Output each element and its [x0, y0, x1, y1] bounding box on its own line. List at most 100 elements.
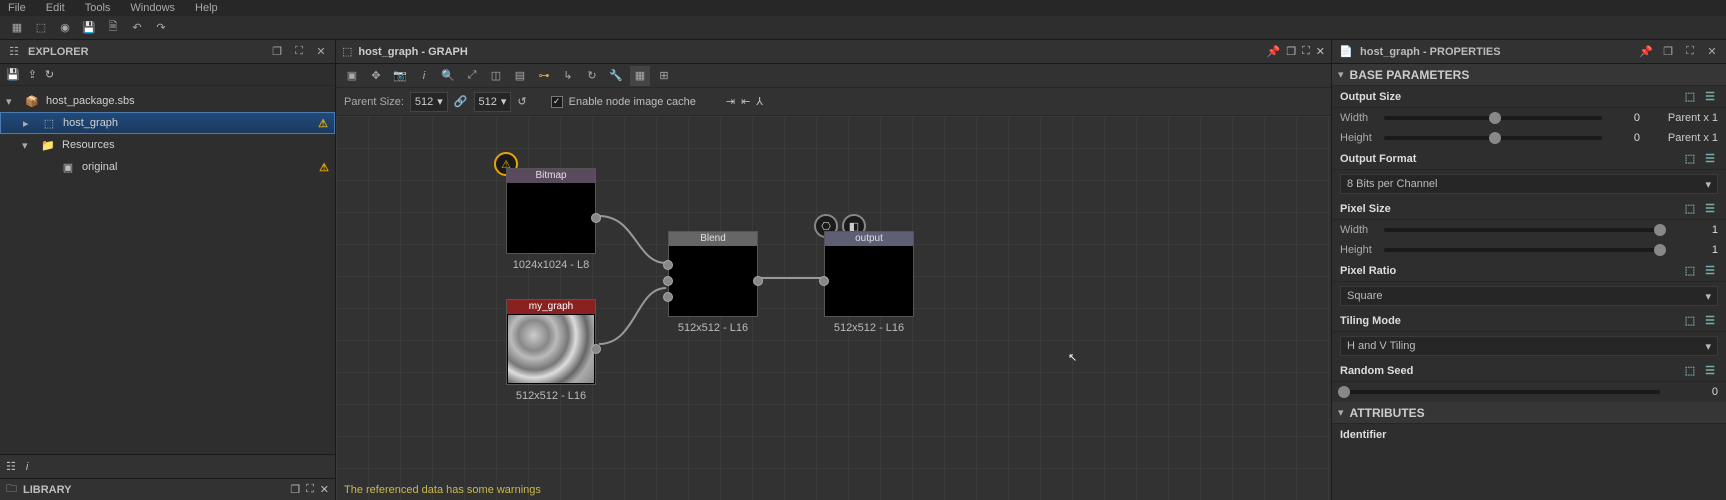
- explorer-save-icon[interactable]: 💾: [6, 68, 20, 81]
- link-size-icon[interactable]: 🔗: [454, 95, 468, 108]
- graph-close-icon[interactable]: ✕: [1316, 45, 1325, 58]
- cache-checkbox[interactable]: [551, 96, 563, 108]
- tool-globe-icon[interactable]: ◉: [56, 19, 74, 37]
- explorer-export-icon[interactable]: ⇪: [28, 68, 37, 81]
- tool-saveall-icon[interactable]: 🗎: [104, 19, 122, 37]
- gt-fit-icon[interactable]: ⤢: [462, 66, 482, 86]
- menu-tools[interactable]: Tools: [85, 2, 111, 14]
- gt-select-icon[interactable]: ▣: [342, 66, 362, 86]
- library-maximize-icon[interactable]: ⛶: [306, 483, 314, 496]
- menu-edit[interactable]: Edit: [46, 2, 65, 14]
- pixw-value[interactable]: 1: [1668, 224, 1718, 236]
- menu-icon[interactable]: ☰: [1702, 263, 1718, 279]
- node-input-port[interactable]: [663, 276, 673, 286]
- props-maximize-icon[interactable]: ⛶: [1682, 44, 1698, 60]
- node-blend[interactable]: Blend 512x512 - L16: [668, 231, 758, 317]
- parent-width-select[interactable]: 512▾: [410, 92, 448, 112]
- pixel-ratio-select[interactable]: Square ▾: [1340, 286, 1718, 306]
- width-slider[interactable]: [1384, 116, 1602, 120]
- gt-link-icon[interactable]: ⊶: [534, 66, 554, 86]
- expand-icon[interactable]: ▸: [23, 117, 35, 130]
- explorer-maximize-icon[interactable]: ⛶: [291, 44, 307, 60]
- menu-icon[interactable]: ☰: [1702, 201, 1718, 217]
- height-slider[interactable]: [1384, 136, 1602, 140]
- pixh-slider[interactable]: [1384, 248, 1660, 252]
- node-input-port[interactable]: [819, 276, 829, 286]
- library-restore-icon[interactable]: ❐: [290, 483, 300, 496]
- menu-icon[interactable]: ☰: [1702, 313, 1718, 329]
- tool-new-icon[interactable]: ▦: [8, 19, 26, 37]
- menu-icon[interactable]: ☰: [1702, 363, 1718, 379]
- width-value[interactable]: 0: [1610, 112, 1640, 124]
- output-format-select[interactable]: 8 Bits per Channel ▾: [1340, 174, 1718, 194]
- expose-icon[interactable]: ⬚: [1682, 313, 1698, 329]
- menu-icon[interactable]: ☰: [1702, 151, 1718, 167]
- seed-value[interactable]: 0: [1668, 386, 1718, 398]
- node-input-port[interactable]: [663, 260, 673, 270]
- height-mode[interactable]: Parent x 1: [1648, 132, 1718, 144]
- node-output-port[interactable]: [753, 276, 763, 286]
- reset-size-icon[interactable]: ↺: [517, 95, 526, 108]
- gt-nodes-icon[interactable]: ◫: [486, 66, 506, 86]
- node-mygraph[interactable]: my_graph 512x512 - L16: [506, 299, 596, 385]
- expand-icon[interactable]: ▾: [22, 139, 34, 152]
- gt-camera-icon[interactable]: 📷: [390, 66, 410, 86]
- menu-icon[interactable]: ☰: [1702, 89, 1718, 105]
- gt-info-icon[interactable]: i: [414, 66, 434, 86]
- tree-hostgraph[interactable]: ▸ ⬚ host_graph ⚠: [0, 112, 335, 134]
- gt-hierarchy-icon[interactable]: ⅄: [756, 95, 763, 108]
- gt-align-icon[interactable]: ▤: [510, 66, 530, 86]
- gt-route-icon[interactable]: ↳: [558, 66, 578, 86]
- node-output[interactable]: output 512x512 - L16: [824, 231, 914, 317]
- explorer-refresh-icon[interactable]: ↻: [45, 68, 54, 81]
- parent-height-select[interactable]: 512▾: [474, 92, 512, 112]
- tool-save-icon[interactable]: 💾: [80, 19, 98, 37]
- explorer-info-icon[interactable]: i: [26, 461, 28, 473]
- explorer-list-icon[interactable]: ☷: [6, 460, 16, 473]
- expand-icon[interactable]: ▾: [6, 95, 18, 108]
- seed-slider[interactable]: [1340, 390, 1660, 394]
- expose-icon[interactable]: ⬚: [1682, 89, 1698, 105]
- pixw-slider[interactable]: [1384, 228, 1660, 232]
- section-caret-icon[interactable]: ▾: [1338, 406, 1344, 419]
- tree-package[interactable]: ▾ 📦 host_package.sbs: [0, 90, 335, 112]
- graph-restore-icon[interactable]: ❐: [1286, 45, 1296, 58]
- width-mode[interactable]: Parent x 1: [1648, 112, 1718, 124]
- height-value[interactable]: 0: [1610, 132, 1640, 144]
- expose-icon[interactable]: ⬚: [1682, 201, 1698, 217]
- tree-resources[interactable]: ▾ 📁 Resources: [0, 134, 335, 156]
- expose-icon[interactable]: ⬚: [1682, 363, 1698, 379]
- node-bitmap[interactable]: Bitmap 1024x1024 - L8: [506, 168, 596, 254]
- node-output-port[interactable]: [591, 344, 601, 354]
- gt-refresh-icon[interactable]: ↻: [582, 66, 602, 86]
- menu-file[interactable]: File: [8, 2, 26, 14]
- tree-original[interactable]: ▣ original ⚠: [0, 156, 335, 178]
- gt-grid-icon[interactable]: ▦: [630, 66, 650, 86]
- gt-snap-icon[interactable]: ⊞: [654, 66, 674, 86]
- gt-wrench-icon[interactable]: 🔧: [606, 66, 626, 86]
- pixh-value[interactable]: 1: [1668, 244, 1718, 256]
- gt-zoom-icon[interactable]: 🔍: [438, 66, 458, 86]
- gt-move-icon[interactable]: ✥: [366, 66, 386, 86]
- menu-help[interactable]: Help: [195, 2, 218, 14]
- expose-icon[interactable]: ⬚: [1682, 263, 1698, 279]
- explorer-close-icon[interactable]: ✕: [313, 44, 329, 60]
- node-input-port[interactable]: [663, 292, 673, 302]
- tool-undo-icon[interactable]: ↶: [128, 19, 146, 37]
- graph-pin-icon[interactable]: 📌: [1267, 45, 1281, 58]
- props-restore-icon[interactable]: ❐: [1660, 44, 1676, 60]
- menu-windows[interactable]: Windows: [130, 2, 175, 14]
- graph-canvas[interactable]: ⚠ Bitmap 1024x1024 - L8 my_graph 512x512…: [336, 116, 1331, 500]
- node-output-port[interactable]: [591, 213, 601, 223]
- tool-redo-icon[interactable]: ↷: [152, 19, 170, 37]
- gt-flow1-icon[interactable]: ⇥: [726, 95, 735, 108]
- props-close-icon[interactable]: ✕: [1704, 44, 1720, 60]
- section-caret-icon[interactable]: ▾: [1338, 68, 1344, 81]
- expose-icon[interactable]: ⬚: [1682, 151, 1698, 167]
- graph-maximize-icon[interactable]: ⛶: [1302, 45, 1310, 58]
- explorer-restore-icon[interactable]: ❐: [269, 44, 285, 60]
- tiling-mode-select[interactable]: H and V Tiling ▾: [1340, 336, 1718, 356]
- gt-flow2-icon[interactable]: ⇤: [741, 95, 750, 108]
- props-pin-icon[interactable]: 📌: [1638, 44, 1654, 60]
- tool-align-icon[interactable]: ⬚: [32, 19, 50, 37]
